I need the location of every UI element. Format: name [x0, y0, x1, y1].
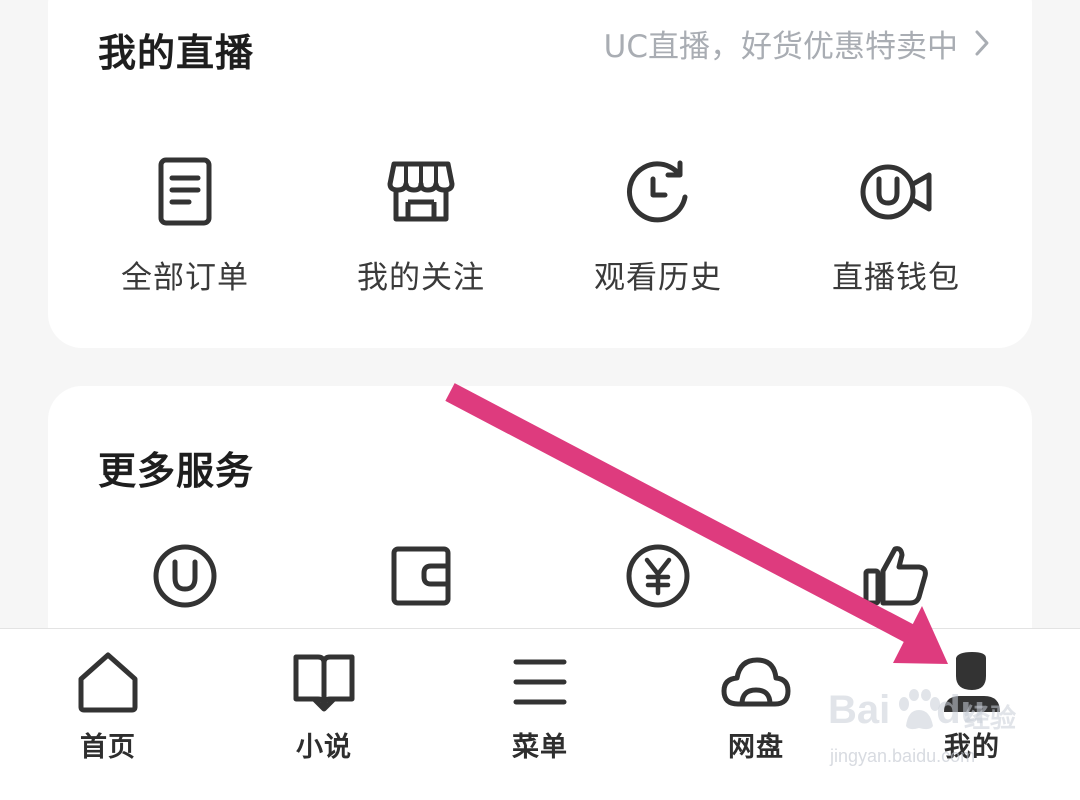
grid-item-my-follows[interactable]: 我的关注 — [321, 152, 521, 297]
grid-item-label: 直播钱包 — [832, 260, 960, 296]
thumbs-up-icon — [856, 536, 936, 616]
tab-label: 小说 — [296, 732, 352, 763]
tab-me[interactable]: 我的 — [912, 649, 1032, 764]
uc-circle-icon — [145, 536, 225, 616]
uc-video-icon — [856, 152, 936, 232]
grid-item-watch-history[interactable]: 观看历史 — [558, 152, 758, 297]
live-promo-text: UC直播，好货优惠特卖中 — [603, 28, 958, 65]
menu-icon — [504, 649, 576, 715]
grid-item-label: 我的关注 — [357, 260, 485, 296]
service-item-yen[interactable] — [558, 536, 758, 616]
grid-item-all-orders[interactable]: 全部订单 — [85, 152, 285, 297]
tab-menu[interactable]: 菜单 — [480, 649, 600, 764]
grid-item-live-wallet[interactable]: 直播钱包 — [796, 152, 996, 297]
user-icon — [936, 649, 1008, 715]
bottom-nav: 首页 小说 菜单 网盘 我的 — [0, 628, 1080, 800]
document-icon — [145, 152, 225, 232]
chevron-right-icon — [974, 29, 990, 57]
tab-novel[interactable]: 小说 — [264, 649, 384, 764]
tab-home[interactable]: 首页 — [48, 649, 168, 764]
tab-cloud-drive[interactable]: 网盘 — [696, 649, 816, 764]
more-services-title: 更多服务 — [98, 449, 255, 493]
service-item-wallet[interactable] — [321, 536, 521, 616]
live-section-card: 我的直播 UC直播，好货优惠特卖中 全部订单 我的关注 观看历史 直播钱包 — [48, 0, 1032, 348]
service-item-uc[interactable] — [85, 536, 285, 616]
yen-circle-icon — [618, 536, 698, 616]
live-section-title: 我的直播 — [98, 31, 255, 75]
live-promo-link[interactable]: UC直播，好货优惠特卖中 — [604, 20, 990, 66]
cloud-icon — [720, 649, 792, 715]
history-icon — [618, 152, 698, 232]
storefront-icon — [381, 152, 461, 232]
service-item-like[interactable] — [796, 536, 996, 616]
tab-label: 我的 — [944, 732, 1000, 763]
tab-label: 网盘 — [728, 732, 784, 763]
grid-item-label: 观看历史 — [594, 260, 722, 296]
home-icon — [72, 649, 144, 715]
wallet-icon — [381, 536, 461, 616]
tab-label: 首页 — [80, 732, 136, 763]
tab-label: 菜单 — [512, 732, 568, 763]
book-icon — [288, 649, 360, 715]
grid-item-label: 全部订单 — [121, 260, 249, 296]
